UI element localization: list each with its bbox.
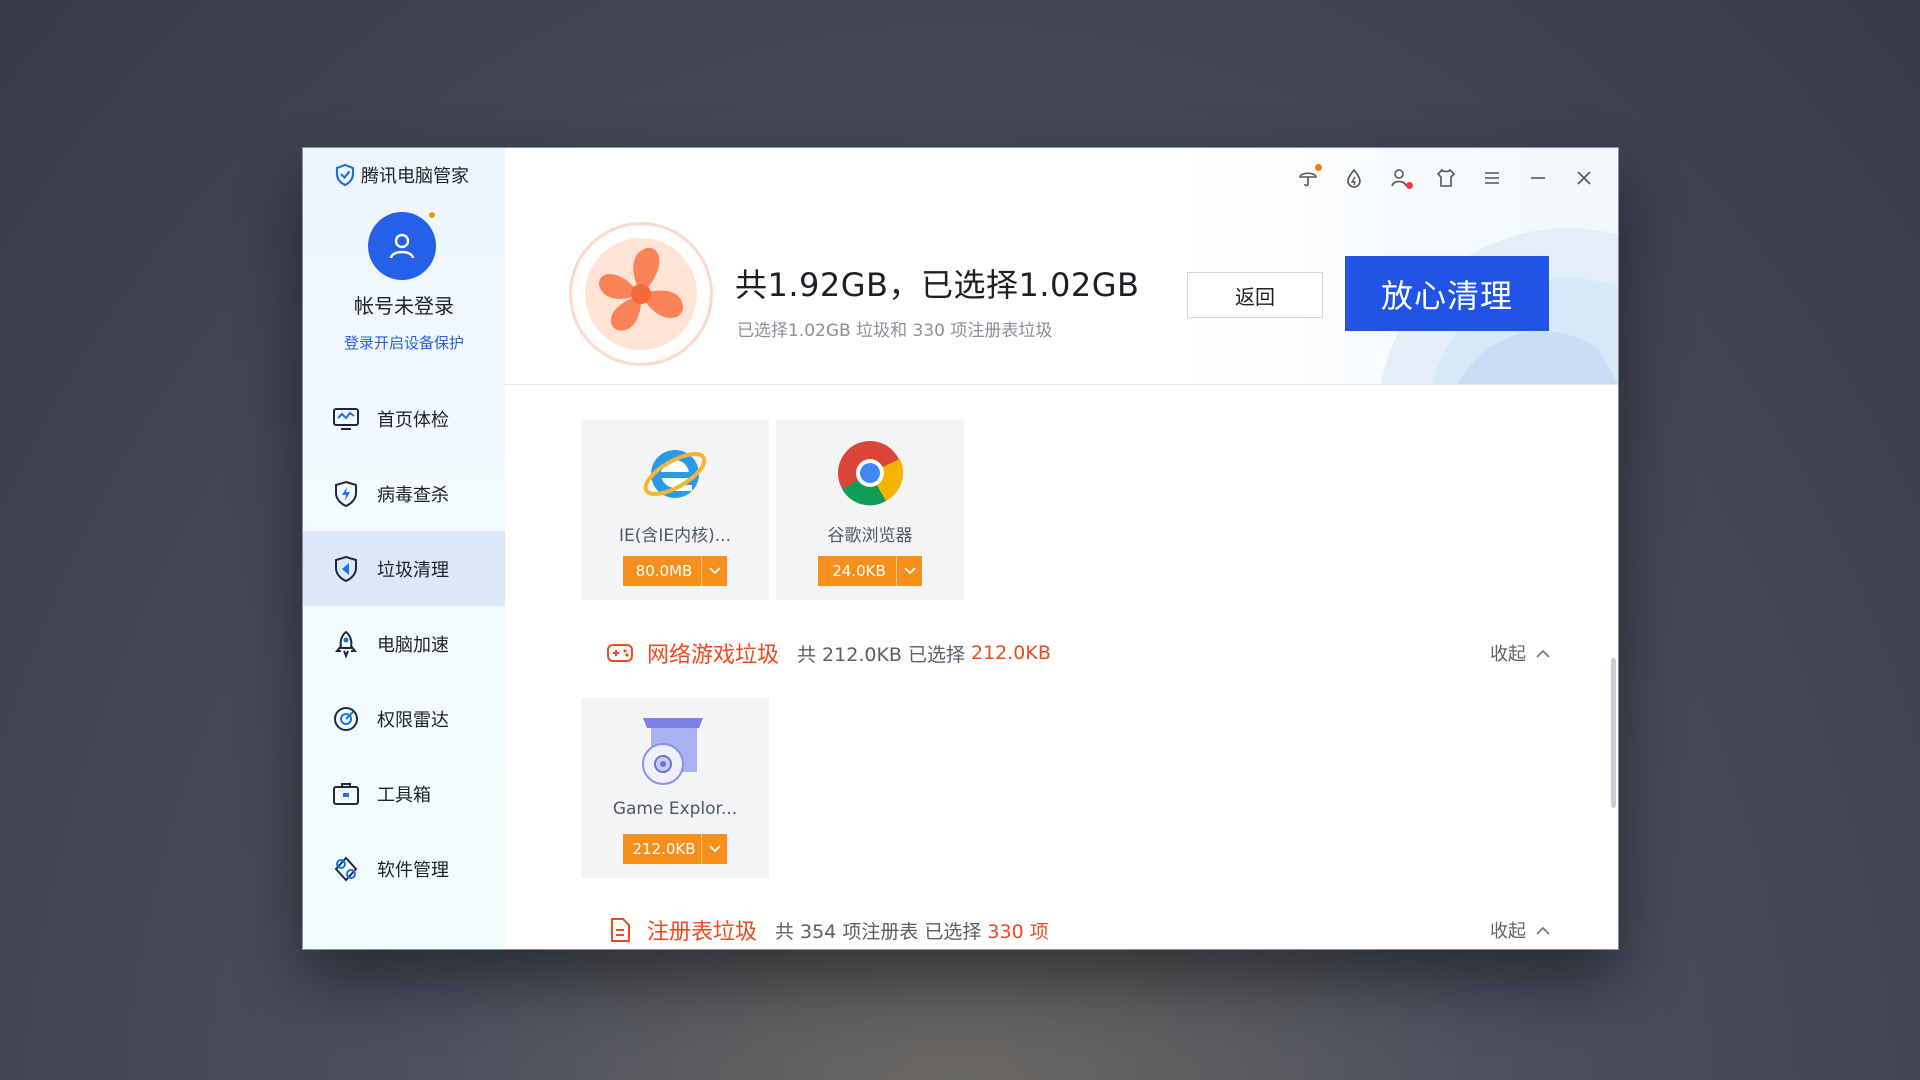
clean-button[interactable]: 放心清理 bbox=[1345, 256, 1549, 331]
close-button[interactable] bbox=[1572, 166, 1596, 190]
sidebar-item-software[interactable]: 软件管理 bbox=[303, 831, 505, 906]
brand: 腾讯电脑管家 bbox=[333, 162, 469, 188]
sidebar-item-label: 权限雷达 bbox=[377, 709, 449, 731]
minimize-icon bbox=[1531, 177, 1545, 179]
gamepad-icon bbox=[605, 638, 635, 668]
sidebar-nav: 首页体检 病毒查杀 垃圾清理 电脑加速 权限雷达 工具箱 软件管理 bbox=[303, 381, 505, 906]
section-info: 共 212.0KB 已选择 bbox=[797, 643, 965, 666]
size-value: 212.0KB bbox=[632, 840, 696, 858]
sidebar: 腾讯电脑管家 帐号未登录 登录开启设备保护 首页体检 病毒查杀 垃圾清理 电脑加… bbox=[303, 148, 505, 949]
monitor-icon bbox=[333, 407, 359, 430]
main-window: 腾讯电脑管家 帐号未登录 登录开启设备保护 首页体检 病毒查杀 垃圾清理 电脑加… bbox=[302, 147, 1619, 950]
back-button[interactable]: 返回 bbox=[1187, 272, 1323, 318]
menu-icon bbox=[1485, 172, 1499, 184]
main-panel: 共1.92GB，已选择1.02GB 已选择1.02GB 垃圾和 330 项注册表… bbox=[505, 148, 1618, 949]
umbrella-button[interactable] bbox=[1296, 164, 1322, 190]
section-title: 网络游戏垃圾 bbox=[647, 643, 780, 668]
size-dropdown[interactable]: 24.0KB bbox=[818, 556, 922, 586]
chevron-down-icon bbox=[701, 834, 727, 864]
sidebar-item-label: 垃圾清理 bbox=[377, 559, 449, 581]
scrollbar[interactable] bbox=[1611, 658, 1616, 808]
collapse-label: 收起 bbox=[1490, 921, 1526, 942]
section-selected: 212.0KB bbox=[970, 642, 1051, 664]
size-dropdown[interactable]: 212.0KB bbox=[623, 834, 727, 864]
login-link[interactable]: 登录开启设备保护 bbox=[303, 332, 505, 353]
avatar[interactable] bbox=[368, 212, 436, 280]
summary-subtitle: 已选择1.02GB 垃圾和 330 项注册表垃圾 bbox=[737, 321, 1053, 341]
item-card-name: 谷歌浏览器 bbox=[827, 526, 913, 546]
sidebar-item-toolbox[interactable]: 工具箱 bbox=[303, 756, 505, 831]
notification-dot bbox=[1406, 182, 1413, 189]
user-icon bbox=[389, 233, 415, 259]
collapse-button[interactable]: 收起 bbox=[1490, 640, 1550, 666]
section-selected: 330 项 bbox=[987, 920, 1049, 943]
item-card-chrome[interactable]: 谷歌浏览器 24.0KB bbox=[776, 420, 964, 600]
menu-button[interactable] bbox=[1480, 166, 1504, 190]
drop-button[interactable] bbox=[1342, 166, 1366, 190]
sidebar-item-label: 工具箱 bbox=[377, 784, 431, 806]
chevron-up-icon bbox=[1536, 649, 1550, 658]
junk-list: IE(含IE内核)... 80.0MB 谷歌浏览器 24.0KB 网络游戏垃圾 … bbox=[505, 386, 1618, 949]
toolbox-icon bbox=[333, 782, 359, 805]
chevron-down-icon bbox=[896, 556, 922, 586]
summary-header: 共1.92GB，已选择1.02GB 已选择1.02GB 垃圾和 330 项注册表… bbox=[505, 148, 1618, 385]
summary-title: 共1.92GB，已选择1.02GB bbox=[735, 266, 1140, 304]
item-card-game-explorer[interactable]: Game Explor... 212.0KB bbox=[581, 698, 769, 878]
sidebar-item-label: 病毒查杀 bbox=[377, 484, 449, 506]
chevron-down-icon bbox=[701, 556, 727, 586]
drop-icon bbox=[1347, 168, 1361, 188]
section-info: 共 354 项注册表 已选择 bbox=[775, 920, 982, 943]
sidebar-item-home-check[interactable]: 首页体检 bbox=[303, 381, 505, 456]
sidebar-item-label: 首页体检 bbox=[377, 409, 449, 431]
size-value: 80.0MB bbox=[635, 562, 693, 580]
size-dropdown[interactable]: 80.0MB bbox=[623, 556, 727, 586]
ie-icon bbox=[581, 438, 769, 508]
collapse-label: 收起 bbox=[1490, 644, 1526, 665]
item-card-name: IE(含IE内核)... bbox=[619, 526, 731, 546]
user-settings-button[interactable] bbox=[1388, 166, 1413, 190]
shirt-icon bbox=[1436, 168, 1456, 187]
notification-dot bbox=[1315, 164, 1322, 171]
sidebar-item-junk-clean[interactable]: 垃圾清理 bbox=[303, 531, 505, 606]
clean-icon bbox=[335, 555, 357, 582]
size-value: 24.0KB bbox=[832, 562, 886, 580]
sidebar-item-speedup[interactable]: 电脑加速 bbox=[303, 606, 505, 681]
rocket-icon bbox=[334, 630, 358, 659]
close-icon bbox=[1577, 171, 1591, 185]
sidebar-item-label: 软件管理 bbox=[377, 859, 449, 881]
chrome-icon bbox=[776, 438, 964, 508]
fan-icon bbox=[569, 222, 713, 366]
document-icon bbox=[605, 915, 635, 945]
account-name: 帐号未登录 bbox=[354, 294, 454, 318]
radar-icon bbox=[334, 706, 358, 731]
chevron-up-icon bbox=[1536, 926, 1550, 935]
item-card-ie[interactable]: IE(含IE内核)... 80.0MB bbox=[581, 420, 769, 600]
software-icon bbox=[334, 856, 358, 881]
sidebar-item-virus-scan[interactable]: 病毒查杀 bbox=[303, 456, 505, 531]
sidebar-item-label: 电脑加速 bbox=[377, 634, 449, 656]
titlebar-controls bbox=[1296, 164, 1596, 190]
game-explorer-icon bbox=[581, 716, 769, 786]
collapse-button[interactable]: 收起 bbox=[1490, 917, 1550, 943]
skin-button[interactable] bbox=[1434, 166, 1458, 190]
sidebar-item-permission-radar[interactable]: 权限雷达 bbox=[303, 681, 505, 756]
section-header-registry: 注册表垃圾 共 354 项注册表 已选择 330 项 收起 bbox=[605, 910, 1550, 949]
section-title: 注册表垃圾 bbox=[647, 920, 758, 945]
minimize-button[interactable] bbox=[1526, 166, 1550, 190]
shield-bolt-icon bbox=[335, 480, 357, 507]
shield-logo-icon bbox=[335, 163, 355, 187]
brand-name: 腾讯电脑管家 bbox=[361, 166, 469, 187]
item-card-name: Game Explor... bbox=[612, 799, 738, 819]
notification-dot bbox=[427, 210, 437, 220]
section-header-game: 网络游戏垃圾 共 212.0KB 已选择 212.0KB 收起 bbox=[605, 633, 1550, 673]
